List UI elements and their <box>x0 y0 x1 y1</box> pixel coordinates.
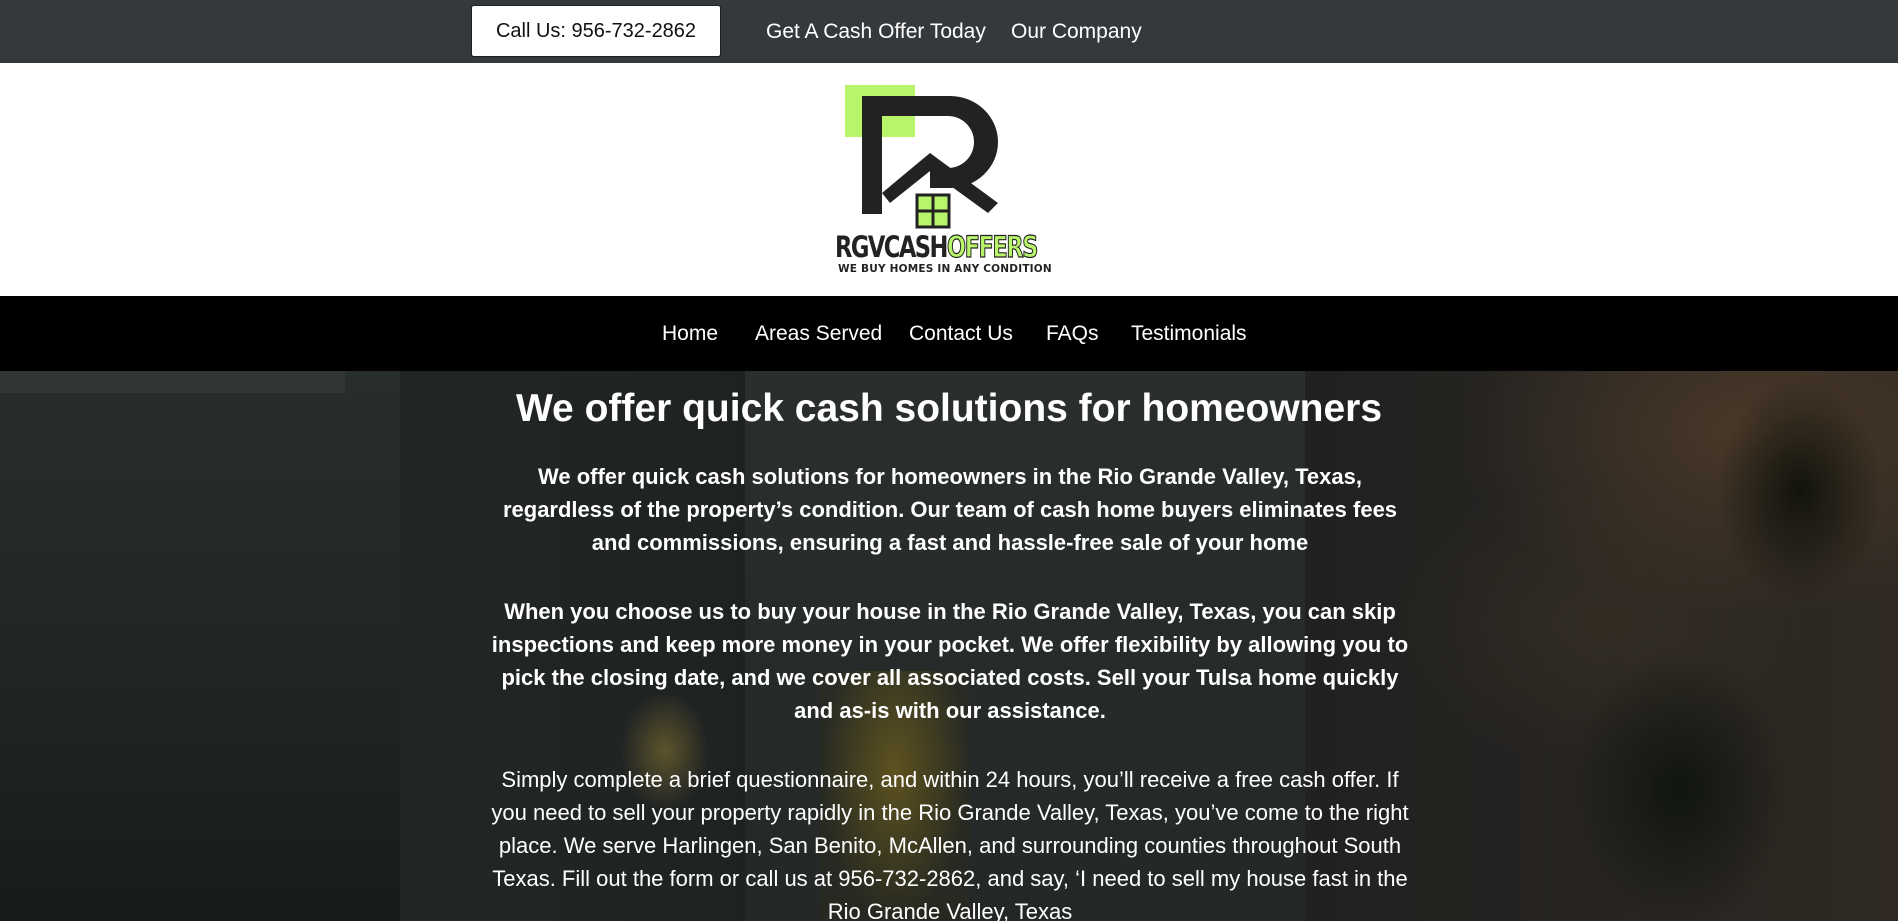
hero-title: We offer quick cash solutions for homeow… <box>515 387 1383 430</box>
logo-wordmark: RGVCASHOFFERS <box>835 229 1039 265</box>
nav-areas-served[interactable]: Areas Served <box>755 296 882 371</box>
hero-section: We offer quick cash solutions for homeow… <box>0 371 1898 921</box>
call-us-button[interactable]: Call Us: 956-732-2862 <box>471 5 721 57</box>
house-r-icon <box>845 85 998 229</box>
main-nav: Home Areas Served Contact Us FAQs Testim… <box>0 296 1898 371</box>
nav-contact-us[interactable]: Contact Us <box>909 296 1013 371</box>
top-bar: Call Us: 956-732-2862 Get A Cash Offer T… <box>0 0 1898 63</box>
logo-band: RGVCASHOFFERS WE BUY HOMES IN ANY CONDIT… <box>0 63 1898 296</box>
site-logo[interactable]: RGVCASHOFFERS WE BUY HOMES IN ANY CONDIT… <box>830 83 1052 283</box>
nav-home[interactable]: Home <box>662 296 718 371</box>
hero-paragraph-2: When you choose us to buy your house in … <box>491 599 1409 723</box>
our-company-link[interactable]: Our Company <box>1011 0 1142 63</box>
logo-word-dark: RGVCASH <box>835 230 948 264</box>
nav-faqs[interactable]: FAQs <box>1046 296 1099 371</box>
logo-word-green: OFFERS <box>946 229 1038 264</box>
cash-offer-link[interactable]: Get A Cash Offer Today <box>766 0 986 63</box>
nav-testimonials[interactable]: Testimonials <box>1131 296 1247 371</box>
hero-paragraph-1: We offer quick cash solutions for homeow… <box>502 464 1398 555</box>
logo-tagline: WE BUY HOMES IN ANY CONDITION <box>838 263 1052 275</box>
hero-paragraph-3: Simply complete a brief questionnaire, a… <box>491 767 1409 921</box>
